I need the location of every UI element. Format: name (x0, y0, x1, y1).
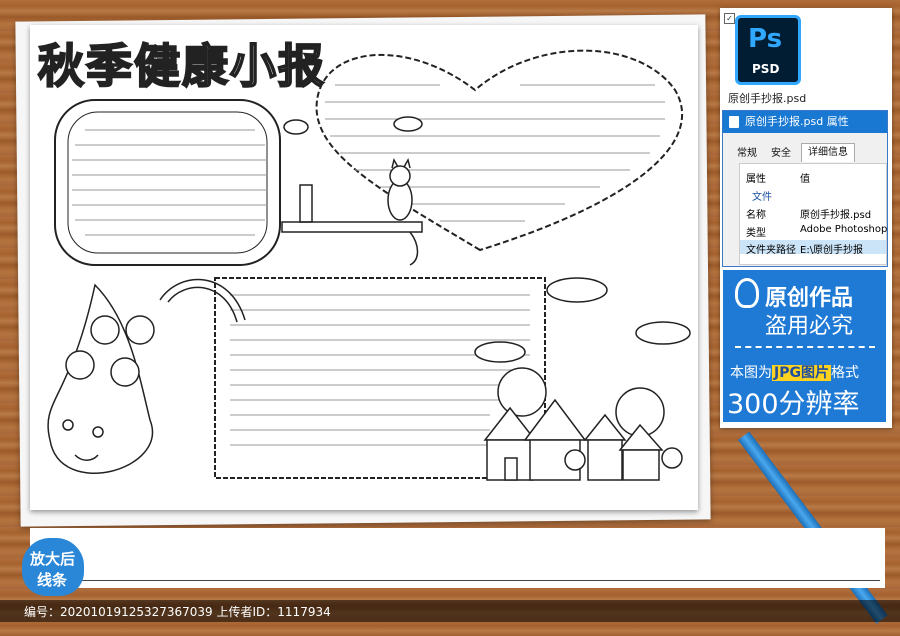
properties-titlebar: 原创手抄报.psd 属性 (723, 111, 887, 133)
tab-details[interactable]: 详细信息 (801, 143, 855, 162)
footer-id-text: 编号：20201019125327367039 上传者ID：1117934 (24, 605, 331, 619)
row-value: 原创手抄报.psd (800, 210, 872, 221)
format-prefix: 本图为 (730, 365, 772, 381)
newsletter-title: 秋季健康小报 (37, 38, 326, 94)
row-key: 文件夹路径 (746, 245, 796, 256)
row-key: 名称 (746, 210, 766, 221)
row-value: Adobe Photoshop (800, 224, 888, 235)
row-value: E:\原创手抄报 (800, 245, 864, 256)
properties-table: 属性 值 文件 名称 原创手抄报.psd 类型 Adobe Photoshop … (739, 163, 887, 265)
format-suffix: 格式 (830, 365, 859, 381)
resolution-text: 300分辨率 (727, 389, 860, 420)
checkbox-icon[interactable]: ✓ (724, 13, 735, 24)
file-icon (729, 116, 739, 128)
section-label: 文件 (752, 192, 772, 203)
photoshop-file-icon[interactable]: Ps PSD (735, 15, 801, 85)
properties-window: 原创手抄报.psd 属性 常规 安全 详细信息 属性 值 文件 名称 原创手抄报… (722, 110, 888, 267)
format-highlight: JPG图片 (772, 365, 831, 381)
file-name-caption[interactable]: 原创手抄报.psd (728, 90, 806, 106)
lightbulb-icon (735, 278, 759, 308)
piracy-warning-text: 盗用必究 (765, 314, 854, 339)
preview-line (80, 580, 880, 581)
footer-bar: 编号：20201019125327367039 上传者ID：1117934 (0, 600, 900, 622)
properties-title: 原创手抄报.psd 属性 (745, 115, 849, 128)
badge-line1: 放大后 (30, 550, 76, 568)
file-type-label: PSD (752, 62, 780, 76)
format-note: 本图为 JPG图片 格式 (730, 362, 859, 382)
shelf-with-cat (281, 158, 423, 266)
header-key: 属性 (746, 174, 766, 185)
header-value: 值 (800, 174, 810, 185)
tab-security[interactable]: 安全 (765, 145, 797, 163)
badge-line2: 线条 (37, 571, 68, 589)
houses (483, 367, 683, 481)
heart-frame (315, 49, 684, 252)
photoshop-logo-text: Ps (748, 24, 783, 54)
zoom-badge: 放大后 线条 (22, 538, 84, 596)
row-key: 类型 (746, 228, 766, 239)
scalloped-frame (54, 99, 281, 266)
tab-general[interactable]: 常规 (731, 145, 763, 163)
divider (735, 346, 875, 348)
pod-with-children (47, 283, 155, 474)
zoom-preview-strip (30, 528, 885, 588)
